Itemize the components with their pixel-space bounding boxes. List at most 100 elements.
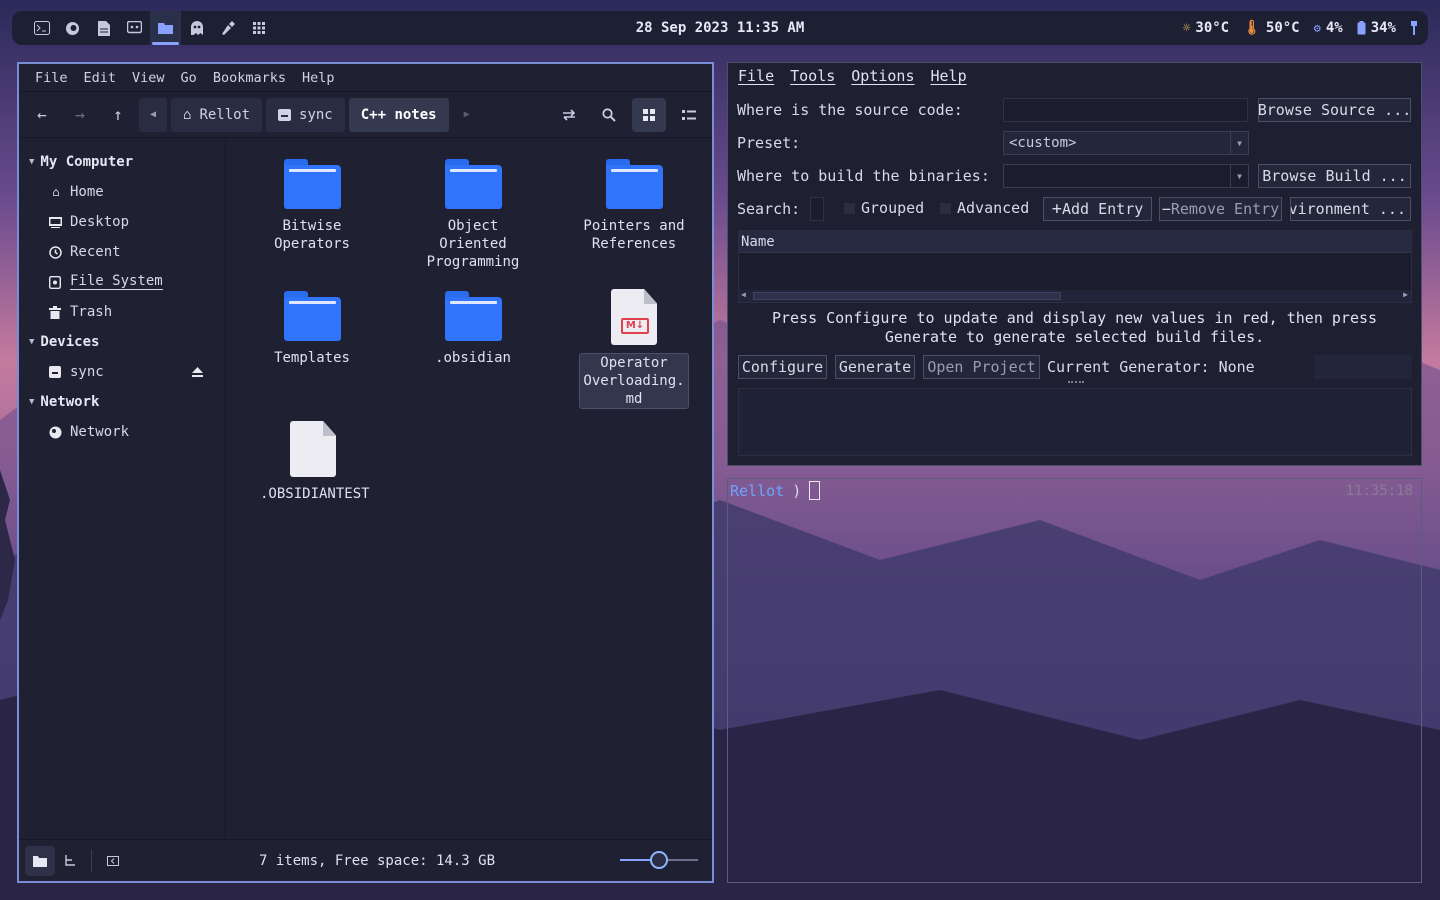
file-item-templates[interactable]: Templates — [260, 291, 364, 367]
folder-icon[interactable] — [150, 11, 181, 45]
back-button[interactable]: ← — [25, 98, 59, 132]
list-view-button[interactable] — [672, 98, 706, 132]
tree-icon — [65, 854, 75, 866]
menu-file[interactable]: File — [738, 67, 774, 85]
browse-source-button[interactable]: Browse Source ... — [1258, 98, 1411, 122]
advanced-checkbox[interactable]: Advanced — [940, 199, 1029, 217]
browse-build-button[interactable]: Browse Build ... — [1258, 164, 1411, 188]
chevron-down-icon: ▼ — [1230, 165, 1248, 187]
sidebar-item-home[interactable]: ⌂ Home — [19, 177, 225, 207]
scroll-left-icon[interactable]: ◀ — [741, 290, 746, 299]
table-header-name[interactable]: Name — [739, 231, 1411, 253]
discord-icon[interactable] — [119, 11, 150, 45]
preset-select[interactable]: <custom> ▼ — [1003, 131, 1249, 155]
file-item-object-oriented-programming[interactable]: Object Oriented Programming — [421, 159, 525, 271]
file-label: Templates — [274, 350, 350, 366]
environment-button[interactable]: Environment ... — [1290, 197, 1411, 221]
folder-icon — [444, 159, 502, 209]
breadcrumb-scroll-left[interactable]: ◀ — [139, 97, 167, 132]
search-button[interactable] — [592, 98, 626, 132]
scroll-right-icon[interactable]: ▶ — [1403, 290, 1408, 299]
usb-icon — [1411, 21, 1417, 35]
build-label: Where to build the binaries: — [737, 167, 990, 185]
instructions-text: Press Configure to update and display ne… — [771, 309, 1378, 346]
file-item-obsidiantest[interactable]: .OBSIDIANTEST — [260, 421, 370, 503]
expand-arrow-icon: ▼ — [29, 157, 35, 167]
generate-button[interactable]: Generate — [835, 355, 915, 379]
apps-grid-icon[interactable] — [243, 11, 274, 45]
desktop-icon — [49, 216, 62, 228]
checkbox-box — [844, 202, 855, 214]
file-item-bitwise-operators[interactable]: Bitwise Operators — [260, 159, 364, 253]
search-input[interactable] — [810, 197, 824, 221]
remove-entry-button[interactable]: − Remove Entry — [1159, 197, 1282, 221]
document-icon[interactable] — [88, 11, 119, 45]
sidebar-item-sync[interactable]: sync — [19, 357, 225, 387]
configure-button[interactable]: Configure — [738, 355, 827, 379]
sidebar-section-my-computer[interactable]: ▼ My Computer — [19, 147, 225, 177]
source-input[interactable] — [1003, 98, 1248, 122]
sidebar-item-recent[interactable]: Recent — [19, 237, 225, 267]
menu-view[interactable]: View — [124, 70, 173, 86]
splitter-handle[interactable] — [1068, 381, 1084, 383]
terminal-icon[interactable] — [26, 11, 57, 45]
file-item-operator-overloading-md[interactable]: M↓ Operator Overloading. md — [579, 289, 689, 409]
file-manager-toolbar: ← → ↑ ◀ ⌂ Rellot sync C++ notes ▶ — [19, 92, 712, 138]
tree-button[interactable] — [55, 846, 85, 876]
menu-go[interactable]: Go — [173, 70, 205, 86]
breadcrumb-scroll-right[interactable]: ▶ — [453, 98, 481, 132]
menu-file[interactable]: File — [27, 70, 76, 86]
forward-button[interactable]: → — [63, 98, 97, 132]
sidebar-item-network[interactable]: Network — [19, 417, 225, 447]
ghost-icon[interactable] — [181, 11, 212, 45]
crumb-sync[interactable]: sync — [266, 97, 345, 132]
terminal-cursor — [809, 481, 821, 500]
folder-icon — [33, 855, 47, 867]
sidebar-item-file-system[interactable]: File System — [19, 267, 225, 297]
menu-bookmarks[interactable]: Bookmarks — [205, 70, 294, 86]
menu-tools[interactable]: Tools — [790, 67, 835, 85]
terminal-window[interactable]: Rellot ) 11:35:18 — [727, 478, 1422, 883]
zoom-slider-handle[interactable] — [650, 851, 668, 869]
temperature-stat: 🌡︎ 50°C — [1243, 20, 1300, 36]
icon-view-button[interactable] — [632, 97, 666, 132]
checkbox-box — [940, 202, 951, 214]
toggle-location-button[interactable] — [552, 98, 586, 132]
menu-help[interactable]: Help — [294, 70, 343, 86]
eject-icon[interactable] — [192, 367, 203, 377]
file-item-pointers-and-references[interactable]: Pointers and References — [582, 159, 686, 253]
up-button[interactable]: ↑ — [101, 98, 135, 132]
menu-edit[interactable]: Edit — [76, 70, 125, 86]
add-entry-button[interactable]: + Add Entry — [1043, 197, 1152, 221]
folder-icon — [283, 159, 341, 209]
crumb-rellot[interactable]: ⌂ Rellot — [171, 97, 263, 132]
hide-sidebar-button[interactable] — [98, 846, 128, 876]
file-item-obsidian[interactable]: .obsidian — [421, 291, 525, 367]
sidebar-section-network[interactable]: ▼ Network — [19, 387, 225, 417]
expand-arrow-icon: ▼ — [29, 337, 35, 347]
grouped-checkbox[interactable]: Grouped — [844, 199, 924, 217]
output-log[interactable] — [738, 388, 1412, 456]
prompt-user: Rellot — [730, 481, 785, 500]
folder-icon — [283, 291, 341, 341]
zoom-slider[interactable] — [620, 851, 698, 869]
sidebar-section-devices[interactable]: ▼ Devices — [19, 327, 225, 357]
firefox-icon[interactable] — [57, 11, 88, 45]
crumb-cpp-notes[interactable]: C++ notes — [348, 97, 449, 132]
places-button[interactable] — [25, 845, 55, 876]
preset-label: Preset: — [737, 134, 801, 152]
horizontal-scrollbar[interactable]: ◀ ▶ — [739, 290, 1411, 302]
menu-options[interactable]: Options — [851, 67, 914, 85]
build-dir-select[interactable]: ▼ — [1003, 164, 1249, 188]
menu-help[interactable]: Help — [931, 67, 967, 85]
cache-table[interactable]: Name ◀ ▶ — [738, 230, 1412, 303]
sidebar-item-trash[interactable]: Trash — [19, 297, 225, 327]
sidebar-item-desktop[interactable]: Desktop — [19, 207, 225, 237]
list-view-icon — [682, 109, 696, 120]
cmake-window: File Tools Options Help Where is the sou… — [727, 62, 1422, 466]
brush-icon[interactable] — [212, 11, 243, 45]
minus-icon: − — [1161, 200, 1171, 218]
scrollbar-thumb[interactable] — [753, 292, 1061, 300]
open-project-button[interactable]: Open Project — [923, 355, 1040, 379]
usb-stat[interactable] — [1410, 21, 1418, 35]
